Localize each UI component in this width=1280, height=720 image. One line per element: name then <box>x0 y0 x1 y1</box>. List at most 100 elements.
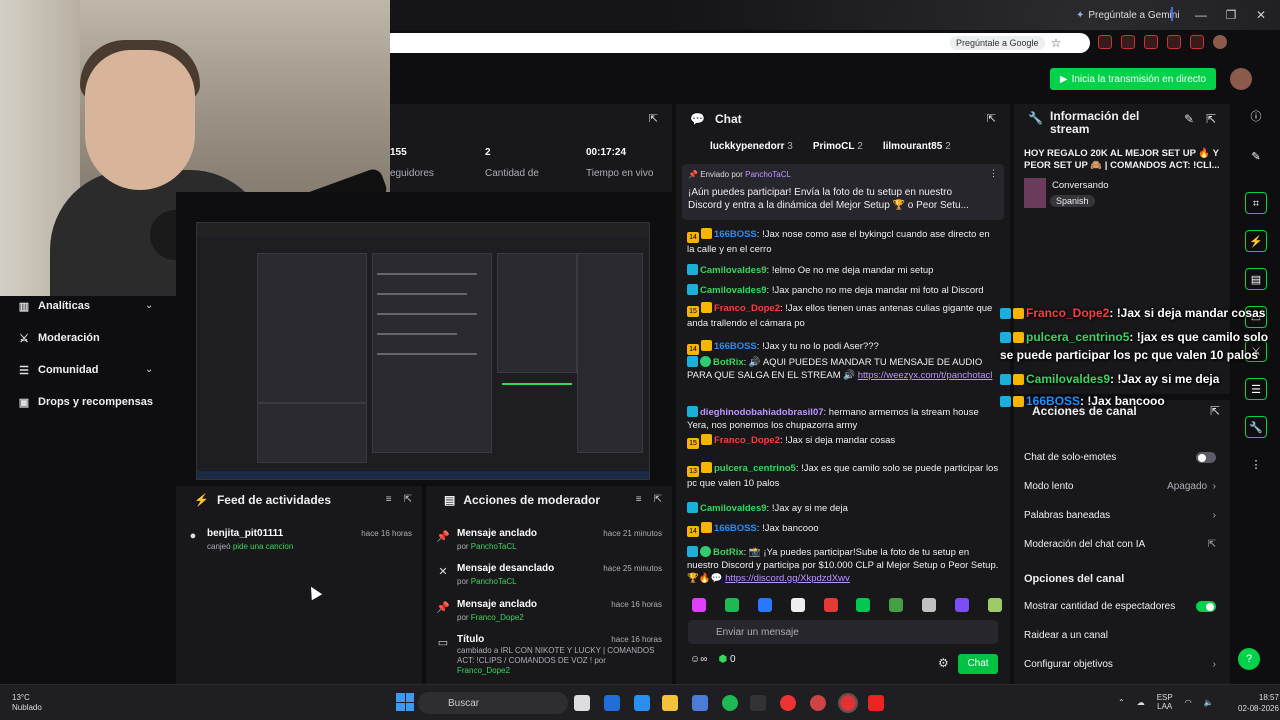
points-icon[interactable]: ⬢ <box>718 654 727 665</box>
category-name[interactable]: Conversando <box>1052 180 1109 191</box>
app-icon[interactable] <box>692 695 708 711</box>
popout-icon[interactable]: ⇱ <box>654 494 662 505</box>
overlay-chat-line: se puede participar los pc que valen 10 … <box>1000 348 1259 362</box>
edge-icon[interactable] <box>634 695 650 711</box>
minimize-icon[interactable]: — <box>1192 6 1210 24</box>
top-chatter[interactable]: lilmourant85 2 <box>883 141 951 152</box>
external-link-icon: ⇱ <box>1207 539 1216 550</box>
taskbar-search[interactable]: Buscar <box>418 692 568 714</box>
gemini-button[interactable]: ✦ Pregúntale a Gemini <box>1068 6 1188 24</box>
ai-moderation[interactable]: Moderación del chat con IA ⇱ <box>1024 539 1224 550</box>
weather-widget[interactable]: 13°C Nublado <box>12 693 42 713</box>
wrench-icon[interactable]: 🔧 <box>1245 416 1267 438</box>
ask-google-button[interactable]: Pregúntale a Google <box>950 36 1045 50</box>
vip-badge-icon <box>701 522 712 533</box>
filter-icon[interactable]: ≡ <box>636 494 642 505</box>
emote-icon[interactable] <box>889 598 904 612</box>
user-icon: ● <box>189 530 197 542</box>
volume-icon[interactable]: 🔈 <box>1204 698 1214 707</box>
extension-icon[interactable] <box>1098 35 1112 49</box>
info-icon[interactable]: ⓘ <box>1245 106 1267 128</box>
emote-picker-icon[interactable]: ☺∞ <box>690 654 707 665</box>
nav-item-drops[interactable]: ▣ Drops y recompensas <box>18 392 153 412</box>
app-icon[interactable] <box>868 695 884 711</box>
more-icon[interactable]: ⋮ <box>989 168 998 179</box>
emote-only-toggle[interactable]: Chat de solo-emotes <box>1024 452 1224 463</box>
chrome-active-icon[interactable] <box>838 693 858 713</box>
emote-icon[interactable] <box>757 598 772 612</box>
chrome-icon[interactable] <box>780 695 796 711</box>
store-icon[interactable] <box>604 695 620 711</box>
extension-icon[interactable] <box>1144 35 1158 49</box>
popout-icon[interactable]: ⇱ <box>1206 112 1216 126</box>
go-live-button[interactable]: ▶ Inicia la transmisión en directo <box>1050 68 1216 90</box>
pinned-message[interactable]: 📌 Enviado por PanchoTaCL ⋮ ¡Aún puedes p… <box>682 164 1004 220</box>
emote-icon[interactable] <box>790 598 805 612</box>
cloud-icon[interactable]: ☁ <box>1137 698 1145 707</box>
configure-goals[interactable]: Configurar objetivos › <box>1024 659 1224 670</box>
user-avatar[interactable] <box>1230 68 1252 90</box>
gear-icon[interactable]: ⚙ <box>938 656 949 670</box>
emote-icon[interactable] <box>823 598 838 612</box>
language-indicator[interactable]: ESP LAA <box>1157 693 1173 711</box>
download-icon[interactable] <box>1167 35 1181 49</box>
obs-icon[interactable] <box>750 695 766 711</box>
nav-item-community[interactable]: ☰ Comunidad <box>18 360 98 380</box>
badge-icon <box>687 502 698 513</box>
emote-icon[interactable] <box>692 598 706 612</box>
chevron-down-icon[interactable]: ⌄ <box>145 300 153 311</box>
bookmark-star-icon[interactable]: ☆ <box>1051 36 1062 50</box>
extension-icon[interactable] <box>1121 35 1135 49</box>
popout-icon[interactable]: ⇱ <box>404 494 412 505</box>
popout-icon[interactable]: ⇱ <box>649 112 658 125</box>
emote-icon[interactable] <box>922 598 937 612</box>
show-viewer-count[interactable]: Mostrar cantidad de espectadores <box>1024 601 1224 612</box>
chat-username: Franco_Dope2 <box>714 435 780 446</box>
spotify-icon[interactable] <box>722 695 738 711</box>
chat-input[interactable]: Enviar un mensaje <box>688 620 998 644</box>
close-icon[interactable]: ✕ <box>1252 6 1270 24</box>
chat-username: 166BOSS <box>714 523 757 534</box>
badge-icon <box>1000 374 1011 385</box>
top-chatter[interactable]: PrimoCL 2 <box>813 141 863 152</box>
emote-icon[interactable] <box>724 598 739 612</box>
chat-link[interactable]: https://weezyx.com/t/panchotacl <box>858 370 993 381</box>
stream-preview[interactable] <box>196 222 650 480</box>
pencil-icon[interactable]: ✎ <box>1245 146 1267 168</box>
sub-badge-icon: 14 <box>687 232 699 243</box>
top-chatter[interactable]: luckkypenedorr 3 <box>710 141 793 152</box>
users-icon[interactable]: ⋮ <box>1245 454 1267 476</box>
task-view-icon[interactable] <box>574 695 590 711</box>
emote-icon[interactable] <box>955 598 969 612</box>
slow-mode[interactable]: Modo lento Apagado › <box>1024 481 1224 492</box>
popout-icon[interactable]: ⇱ <box>987 112 996 125</box>
edit-icon[interactable]: ✎ <box>1184 112 1194 126</box>
maximize-icon[interactable]: ❐ <box>1222 6 1240 24</box>
browser-icon[interactable] <box>810 695 826 711</box>
chevron-down-icon[interactable]: ⌄ <box>145 364 153 375</box>
clock[interactable]: 18:57 02-08-2026 <box>1238 692 1279 714</box>
file-explorer-icon[interactable] <box>662 695 678 711</box>
chat-link[interactable]: https://discord.gg/XkpdzdXwv <box>725 573 850 584</box>
chat-send-button[interactable]: Chat <box>958 654 998 674</box>
wifi-icon[interactable]: ◠ <box>1185 698 1192 707</box>
profile-avatar[interactable] <box>1213 35 1227 49</box>
sub-badge-icon: 15 <box>687 438 699 449</box>
filter-icon[interactable]: ≡ <box>386 494 392 505</box>
capture-icon[interactable]: ⌗ <box>1245 192 1267 214</box>
nav-item-moderation[interactable]: ⚔ Moderación <box>18 328 100 348</box>
nav-item-analytics[interactable]: ▥ Analíticas <box>18 296 90 316</box>
help-icon[interactable]: ? <box>1238 648 1260 670</box>
chevron-up-icon[interactable]: ⌃ <box>1118 698 1125 707</box>
extensions-bar <box>1098 35 1227 49</box>
emote-icon[interactable] <box>987 598 1002 612</box>
raid-channel[interactable]: Raidear a un canal <box>1024 630 1224 641</box>
windows-start-icon[interactable] <box>396 693 414 711</box>
banned-words[interactable]: Palabras baneadas › <box>1024 510 1224 521</box>
list-icon[interactable]: ▤ <box>1245 268 1267 290</box>
extension-icon[interactable] <box>1190 35 1204 49</box>
badge-icon <box>1000 396 1011 407</box>
lightning-icon[interactable]: ⚡ <box>1245 230 1267 252</box>
emote-icon[interactable] <box>856 598 871 612</box>
sub-badge-icon: 14 <box>687 344 699 355</box>
